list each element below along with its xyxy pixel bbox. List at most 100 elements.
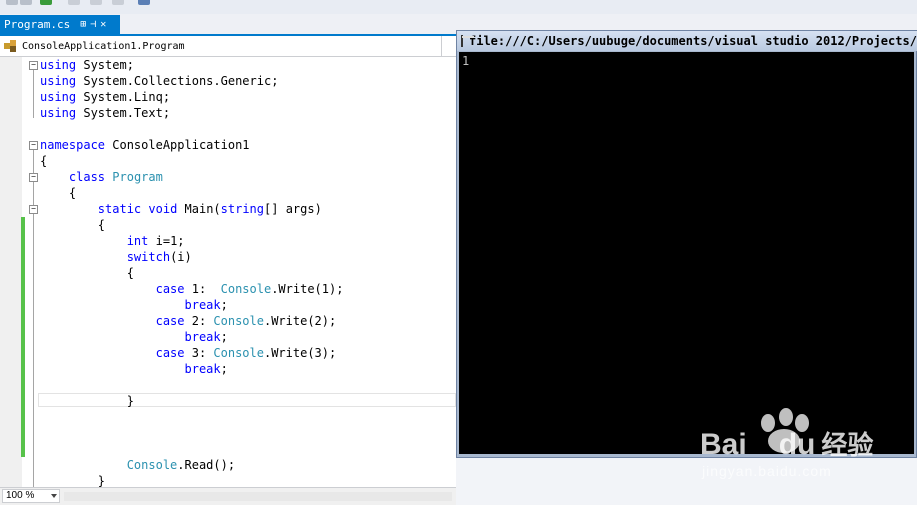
code-token: .Write(2); xyxy=(263,314,337,328)
collapse-toggle-icon[interactable]: − xyxy=(29,141,38,150)
code-token: System.Linq; xyxy=(76,90,171,104)
horizontal-scrollbar[interactable] xyxy=(64,492,452,501)
code-line[interactable]: int i=1; xyxy=(40,233,343,249)
zoom-value: 100 % xyxy=(6,490,35,501)
navigation-bar[interactable]: ConsoleApplication1.Program xyxy=(0,36,456,57)
code-editor[interactable]: − − − − using System; using System.Collec… xyxy=(0,57,456,487)
code-token: } xyxy=(40,474,106,487)
code-line[interactable]: Console.Read(); xyxy=(40,457,343,473)
code-line[interactable]: case 3: Console.Write(3); xyxy=(40,345,343,361)
scope-dropdown-label[interactable]: ConsoleApplication1.Program xyxy=(22,41,185,52)
code-token: .Write(1); xyxy=(271,282,344,296)
code-token: { xyxy=(40,218,106,232)
outline-guide xyxy=(33,150,34,487)
code-line[interactable]: } xyxy=(40,473,343,487)
code-line[interactable]: using System; xyxy=(40,57,343,73)
code-token: break xyxy=(184,330,221,344)
code-line[interactable]: { xyxy=(40,153,343,169)
collapse-toggle-icon[interactable]: − xyxy=(29,61,38,70)
code-line[interactable] xyxy=(40,441,343,457)
stop-icon[interactable] xyxy=(90,0,102,5)
code-token: (i) xyxy=(170,250,192,264)
redo-icon[interactable] xyxy=(20,0,32,5)
code-token: case xyxy=(155,314,185,328)
pause-icon[interactable] xyxy=(68,0,80,5)
toolbar xyxy=(0,0,917,14)
console-window[interactable]: file:///C:/Users/uubuge/documents/visual… xyxy=(456,30,917,458)
baidu-jingyan-watermark: Bai du 经验 jingyan.baidu.com xyxy=(700,405,900,495)
member-dropdown[interactable] xyxy=(441,36,456,56)
code-line[interactable]: } xyxy=(40,393,343,409)
code-token: System.Text; xyxy=(76,106,171,120)
code-token: using xyxy=(40,106,77,120)
undo-icon[interactable] xyxy=(6,0,18,5)
collapse-toggle-icon[interactable]: − xyxy=(29,173,38,182)
code-line[interactable]: using System.Collections.Generic; xyxy=(40,73,343,89)
zoom-select[interactable]: 100 % xyxy=(2,489,60,503)
code-token: i=1; xyxy=(148,234,185,248)
code-token: ; xyxy=(220,298,228,312)
code-line[interactable]: break; xyxy=(40,329,343,345)
code-token: Console xyxy=(213,346,264,360)
code-token: break xyxy=(184,362,221,376)
code-line[interactable] xyxy=(40,425,343,441)
code-line[interactable]: { xyxy=(40,265,343,281)
code-token: switch xyxy=(126,250,171,264)
tab-label: Program.cs xyxy=(4,18,71,31)
close-icon[interactable]: ✕ xyxy=(100,19,106,30)
console-app-icon xyxy=(461,35,474,47)
code-line[interactable]: class Program xyxy=(40,169,343,185)
restart-icon[interactable] xyxy=(112,0,124,5)
code-text[interactable]: using System; using System.Collections.Ge… xyxy=(40,57,343,487)
code-token: { xyxy=(40,154,48,168)
code-token: static xyxy=(97,202,142,216)
watermark-url: jingyan.baidu.com xyxy=(702,463,832,479)
tab-program-cs[interactable]: Program.cs ⊞ ⊣ ✕ xyxy=(0,15,120,34)
code-line[interactable]: static void Main(string[] args) xyxy=(40,201,343,217)
code-line[interactable] xyxy=(40,377,343,393)
code-token: { xyxy=(40,266,134,280)
code-line[interactable]: break; xyxy=(40,361,343,377)
code-line[interactable]: using System.Text; xyxy=(40,105,343,121)
change-indicator-bar xyxy=(21,217,25,457)
code-line[interactable]: { xyxy=(40,217,343,233)
editor-status-bar: 100 % xyxy=(0,487,456,505)
code-line[interactable]: namespace ConsoleApplication1 xyxy=(40,137,343,153)
code-token: 2: xyxy=(184,314,214,328)
code-token: void xyxy=(148,202,178,216)
code-line[interactable] xyxy=(40,409,343,425)
console-title-bar[interactable]: file:///C:/Users/uubuge/documents/visual… xyxy=(457,31,917,51)
start-debug-icon[interactable] xyxy=(40,0,52,5)
code-line[interactable]: break; xyxy=(40,297,343,313)
code-token: Console xyxy=(126,458,178,472)
code-token: namespace xyxy=(40,138,106,152)
auto-hide-icon[interactable]: ⊣ xyxy=(90,19,96,30)
code-token: .Write(3); xyxy=(263,346,337,360)
collapse-toggle-icon[interactable]: − xyxy=(29,205,38,214)
code-token: ; xyxy=(220,330,228,344)
console-output-area[interactable]: 1 xyxy=(459,52,914,454)
code-line[interactable]: case 1: Console.Write(1); xyxy=(40,281,344,297)
code-line[interactable]: switch(i) xyxy=(40,249,343,265)
code-token: 1: xyxy=(184,282,221,296)
code-token: 3: xyxy=(184,346,214,360)
diagram-icon[interactable] xyxy=(138,0,150,5)
pin-icon[interactable]: ⊞ xyxy=(80,19,86,30)
code-line[interactable] xyxy=(40,121,343,137)
code-line[interactable]: using System.Linq; xyxy=(40,89,343,105)
code-token: case xyxy=(155,282,185,296)
code-token: Console xyxy=(220,282,272,296)
code-token: Console xyxy=(213,314,264,328)
watermark-brand: Bai du 经验 xyxy=(700,428,874,461)
code-line[interactable]: { xyxy=(40,185,343,201)
code-token: break xyxy=(184,298,221,312)
chevron-down-icon[interactable] xyxy=(51,494,57,498)
code-line[interactable]: case 2: Console.Write(2); xyxy=(40,313,343,329)
